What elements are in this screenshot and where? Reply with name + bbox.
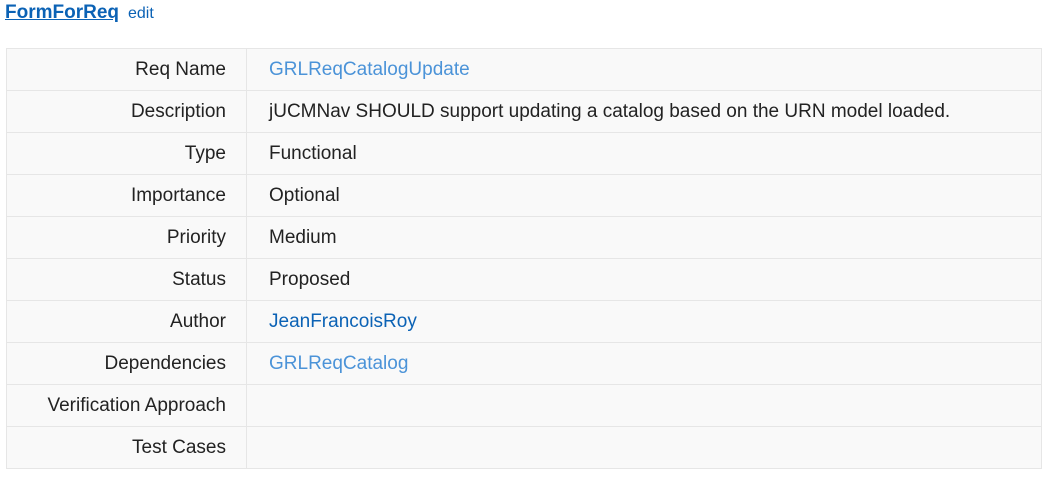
- edit-link[interactable]: edit: [128, 5, 154, 23]
- row-value: Optional: [246, 174, 1042, 217]
- row-label: Type: [6, 132, 247, 175]
- row-value: jUCMNav SHOULD support updating a catalo…: [246, 90, 1042, 133]
- table-row-description: Description jUCMNav SHOULD support updat…: [6, 90, 1042, 133]
- table-row-test-cases: Test Cases: [6, 426, 1042, 469]
- row-label: Status: [6, 258, 247, 301]
- row-label: Author: [6, 300, 247, 343]
- row-value-cell: GRLReqCatalog: [246, 342, 1042, 385]
- row-value-cell: JeanFrancoisRoy: [246, 300, 1042, 343]
- row-value: Proposed: [246, 258, 1042, 301]
- row-value: Medium: [246, 216, 1042, 259]
- author-link[interactable]: JeanFrancoisRoy: [269, 311, 417, 332]
- row-label: Verification Approach: [6, 384, 247, 427]
- table-row-type: Type Functional: [6, 132, 1042, 175]
- table-row-dependencies: Dependencies GRLReqCatalog: [6, 342, 1042, 385]
- row-label: Req Name: [6, 48, 247, 91]
- row-label: Dependencies: [6, 342, 247, 385]
- row-label: Description: [6, 90, 247, 133]
- row-value: [246, 426, 1042, 469]
- row-value: Functional: [246, 132, 1042, 175]
- table-row-author: Author JeanFrancoisRoy: [6, 300, 1042, 343]
- row-value-cell: GRLReqCatalogUpdate: [246, 48, 1042, 91]
- row-label: Importance: [6, 174, 247, 217]
- table-row-priority: Priority Medium: [6, 216, 1042, 259]
- req-name-link[interactable]: GRLReqCatalogUpdate: [269, 59, 470, 80]
- requirement-form-table: Req Name GRLReqCatalogUpdate Description…: [6, 48, 1042, 469]
- row-label: Test Cases: [6, 426, 247, 469]
- form-title-link[interactable]: FormForReq: [5, 2, 119, 24]
- row-label: Priority: [6, 216, 247, 259]
- table-row-importance: Importance Optional: [6, 174, 1042, 217]
- table-row-req-name: Req Name GRLReqCatalogUpdate: [6, 48, 1042, 91]
- row-value: [246, 384, 1042, 427]
- table-row-status: Status Proposed: [6, 258, 1042, 301]
- table-row-verification-approach: Verification Approach: [6, 384, 1042, 427]
- dependency-link[interactable]: GRLReqCatalog: [269, 353, 408, 374]
- page-header: FormForReq edit: [5, 2, 154, 26]
